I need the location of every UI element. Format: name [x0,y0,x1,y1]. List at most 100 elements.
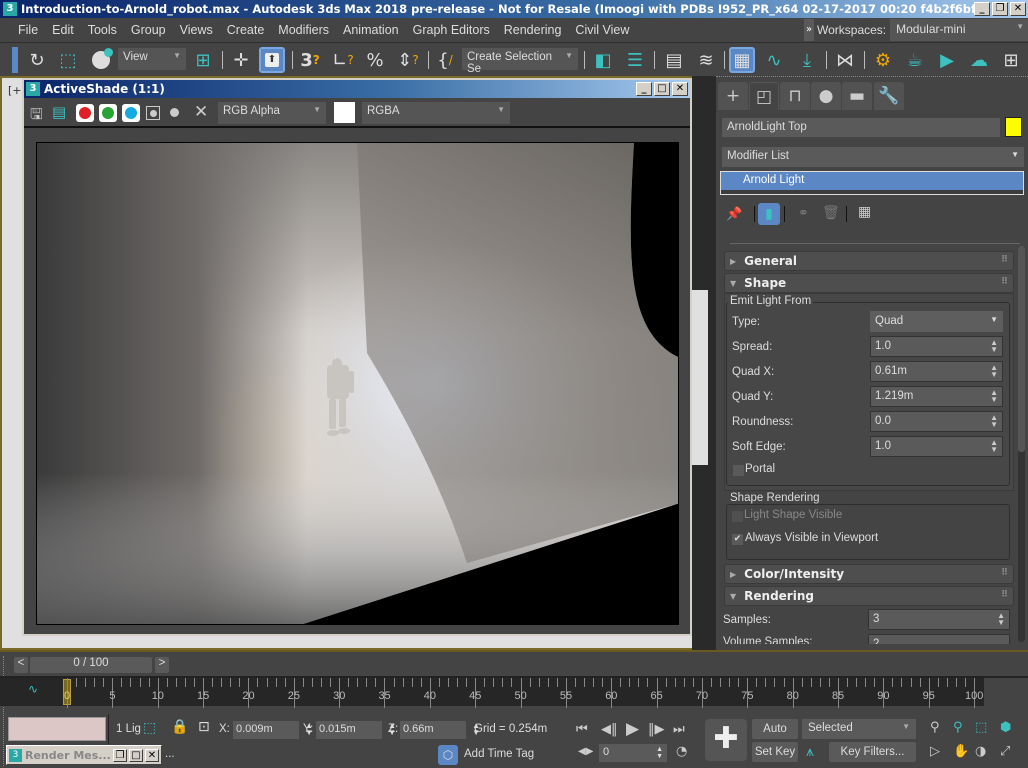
roundness-spinner[interactable]: 0.0 ▲ ▼ [870,411,1003,432]
pivot-icon[interactable]: ⊞ [190,47,216,73]
blue-channel-toggle[interactable] [122,104,140,122]
curve-editor-icon[interactable]: ∿ [761,47,787,73]
zoom-icon[interactable]: ⚲ [930,720,940,735]
time-slider-next-button[interactable]: > [155,657,169,673]
key-mode-toggle-icon[interactable]: ◀▶ [578,746,593,757]
toolbar-grip[interactable] [12,47,18,73]
redo-icon[interactable]: ↻ [24,47,50,73]
key-filters-button[interactable]: Key Filters... [829,742,916,762]
spinner-arrows-icon[interactable]: ▲ ▼ [990,339,998,354]
rollout-color-intensity[interactable]: ▶ Color/Intensity ⠿ [724,564,1014,584]
activeshade-close-button[interactable]: ✕ [672,82,688,96]
time-configuration-icon[interactable]: ◔ [676,744,687,759]
menu-overflow-button[interactable]: » [804,19,814,41]
make-unique-icon[interactable]: ⚭ [798,206,809,221]
panel-scrollbar[interactable] [1018,246,1025,642]
clear-icon[interactable]: ✕ [194,102,208,122]
absolute-mode-icon[interactable]: ⊡ [198,719,210,735]
drag-handle-icon[interactable]: ⠿ [1001,255,1008,265]
pin-stack-icon[interactable]: 📌 [726,207,742,222]
render-in-cloud-icon[interactable]: ⊞ [998,47,1024,73]
spinner-arrows-icon[interactable]: ▲ ▼ [990,389,998,404]
menu-animation[interactable]: Animation [343,23,399,37]
alpha-channel-toggle[interactable] [146,106,160,120]
quad-y-spinner[interactable]: 1.219m ▲ ▼ [870,386,1003,407]
zoom-extents-all-icon[interactable]: ⬢ [1000,720,1011,735]
render-setup-icon[interactable]: ⚙ [870,47,896,73]
selection-lock-icon[interactable]: 🔒 [171,719,188,735]
tab-modify[interactable]: ◰ [749,82,779,110]
maxscript-listener[interactable] [8,717,106,741]
clone-window-icon[interactable]: ▤ [52,103,66,121]
quad-x-spinner[interactable]: 0.61m ▲ ▼ [870,361,1003,382]
save-image-icon[interactable]: 🖫 [30,104,43,129]
schematic-view-icon[interactable]: ⋈ [832,47,858,73]
menu-views[interactable]: Views [180,23,213,37]
spinner-arrows-icon[interactable]: ▲ ▼ [990,439,998,454]
stack-item-arnold-light[interactable]: Arnold Light [721,172,1023,190]
edit-named-selection-icon[interactable]: {/ [432,47,458,73]
activeshade-maximize-button[interactable]: □ [654,82,670,96]
selection-region-icon[interactable]: ⬚ [55,47,81,73]
tab-hierarchy[interactable]: ⊓ [780,82,810,110]
menu-graph-editors[interactable]: Graph Editors [413,23,490,37]
rollout-general[interactable]: ▶ General ⠿ [724,251,1014,271]
mirror-icon[interactable]: ◧ [590,47,616,73]
render-message-window[interactable]: 3 Render Mes... ❐ □ ✕ [6,745,162,765]
configure-modifier-sets-icon[interactable]: ▦ [858,204,871,220]
track-bar[interactable]: ∿ 0 5 10 15 20 25 30 35 40 45 50 55 60 65 70 75 80 85 90 95… [0,676,1028,708]
panel-grip[interactable] [716,76,1028,78]
zoom-extents-icon[interactable]: ⬚ [975,720,987,735]
select-by-name-icon[interactable] [88,47,114,73]
orbit-icon[interactable]: ◑ [975,744,986,759]
menu-tools[interactable]: Tools [88,23,117,37]
monochrome-toggle[interactable] [170,108,179,117]
named-selection-sets-dropdown[interactable]: Create Selection Se ▼ [462,48,578,75]
render-cloud-icon[interactable]: ☁ [966,47,992,73]
reference-coord-dropdown[interactable]: View ▼ [118,48,186,70]
dope-sheet-icon[interactable]: ⤓ [794,47,820,73]
portal-checkbox[interactable] [733,465,744,476]
next-frame-icon[interactable]: ‖▶ [648,722,665,737]
current-frame-input[interactable]: 0 ▲ ▼ [599,744,667,762]
modifier-list-dropdown[interactable]: Modifier List ▼ [722,147,1024,167]
spinner-arrows-icon[interactable]: ▲ ▼ [990,414,998,429]
restore-button[interactable]: ❐ [992,2,1008,16]
restore-button[interactable]: ❐ [113,748,127,762]
set-key-big-button[interactable]: ✚ [705,719,747,761]
zoom-all-icon[interactable]: ⚲ [953,720,963,735]
close-button[interactable]: ✕ [145,748,159,762]
set-key-button[interactable]: Set Key [752,742,798,762]
go-to-start-icon[interactable]: ⏮ [576,722,588,737]
samples-spinner[interactable]: 3 ▲ ▼ [868,609,1010,630]
menu-file[interactable]: File [18,23,38,37]
snap-toggle-icon[interactable]: 3? [297,47,323,73]
menu-civil-view[interactable]: Civil View [575,23,629,37]
tab-utilities[interactable]: 🔧 [874,82,904,110]
previous-frame-icon[interactable]: ◀‖ [601,722,618,737]
remove-modifier-icon[interactable]: 🗑 [822,205,840,221]
drag-handle-icon[interactable]: ⠿ [1001,277,1008,287]
tab-motion[interactable]: ● [811,82,841,110]
green-channel-toggle[interactable] [99,104,117,122]
tab-create[interactable]: + [718,82,748,110]
time-tag-icon[interactable]: ⬡ [438,745,458,765]
red-channel-toggle[interactable] [76,104,94,122]
time-slider[interactable]: 0 / 100 [30,657,152,673]
key-mode-selection-dropdown[interactable]: Selected ▼ [802,719,916,739]
scene-explorer-icon[interactable]: ▤ [661,47,687,73]
spinner-arrows-icon[interactable]: ▲ ▼ [997,612,1005,627]
y-coordinate-input[interactable]: 0.015m ▲ ▼ [316,721,396,739]
rendered-frame-window-icon[interactable]: ☕ [902,47,928,73]
drag-handle-icon[interactable]: ⠿ [1001,590,1008,600]
angle-snap-icon[interactable]: ∟? [330,47,356,73]
maximize-button[interactable]: □ [129,748,143,762]
spread-spinner[interactable]: 1.0 ▲ ▼ [870,336,1003,357]
menu-rendering[interactable]: Rendering [504,23,562,37]
move-icon[interactable]: ✛ [228,47,254,73]
close-button[interactable]: ✕ [1010,2,1026,16]
background-color-swatch[interactable] [334,102,355,123]
x-coordinate-input[interactable]: 0.009m ▲ ▼ [233,721,313,739]
percent-snap-icon[interactable]: % [362,47,388,73]
spinner-snap-icon[interactable]: ⇕? [395,47,421,73]
